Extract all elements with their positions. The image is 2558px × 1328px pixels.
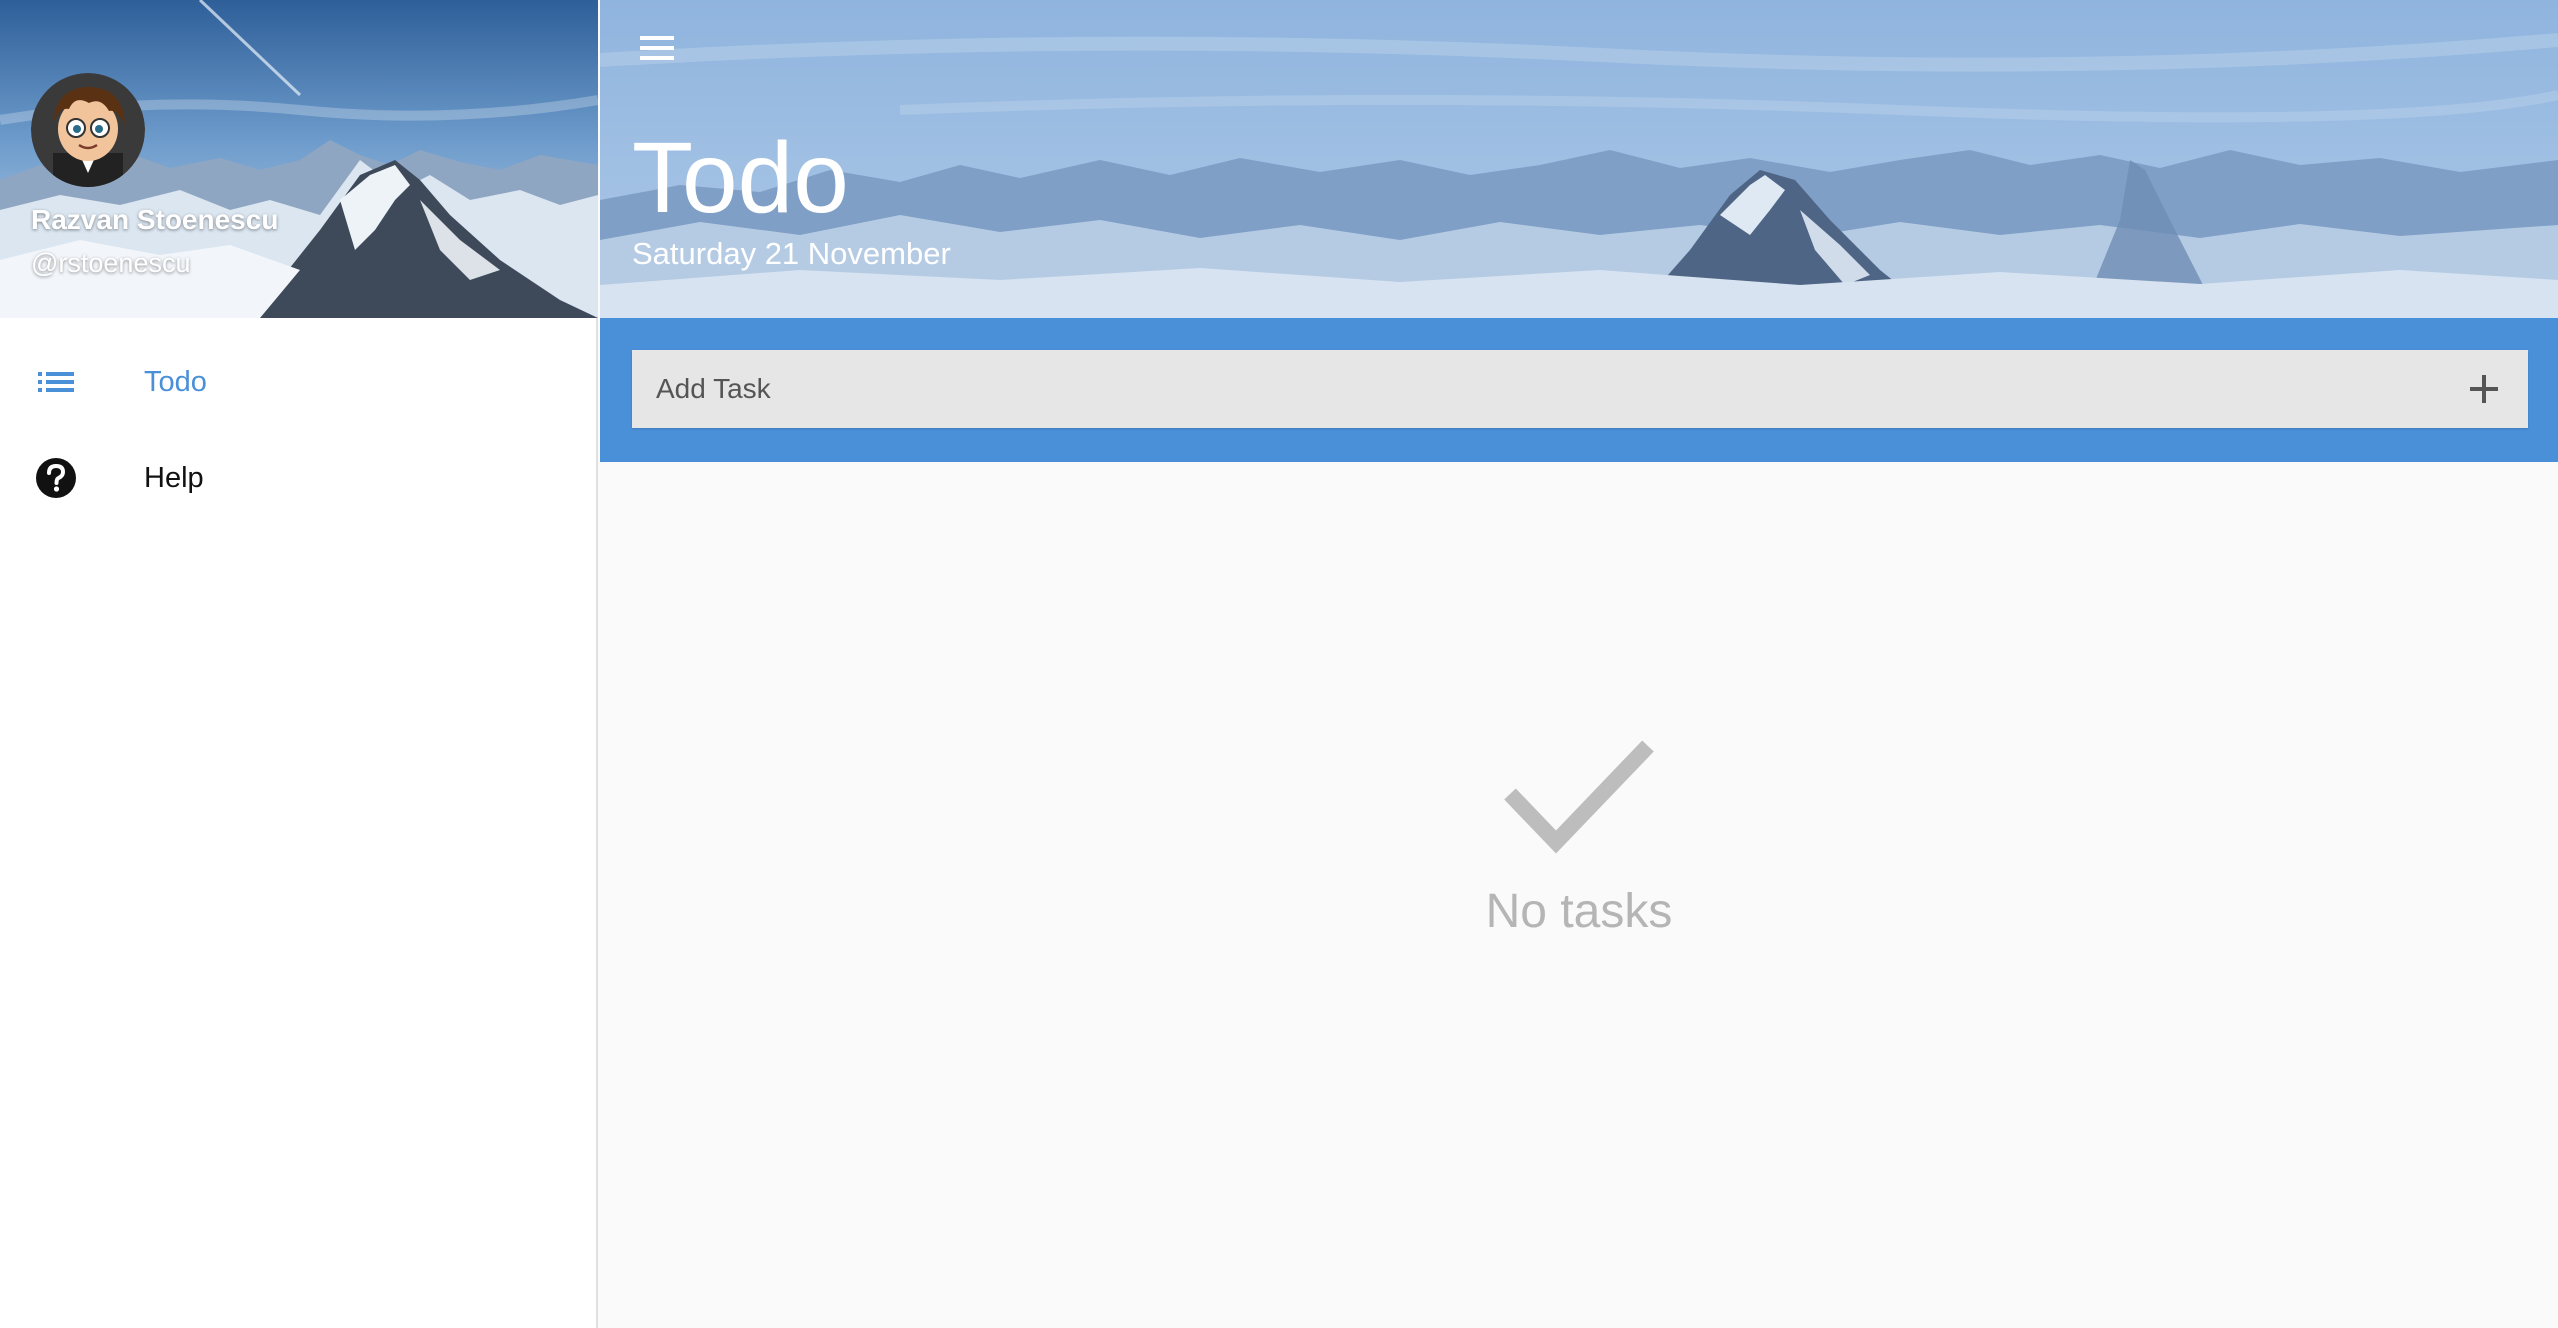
add-task-field-container: [632, 350, 2528, 428]
main-content: Todo Saturday 21 November No tasks: [600, 0, 2558, 1328]
sidebar-item-help[interactable]: Help: [0, 430, 596, 526]
sidebar: Razvan Stoenescu @rstoenescu Todo Help: [0, 0, 598, 1328]
avatar[interactable]: [31, 73, 145, 187]
page-date: Saturday 21 November: [632, 236, 951, 271]
sidebar-item-todo[interactable]: Todo: [0, 334, 596, 430]
app: Razvan Stoenescu @rstoenescu Todo Help T…: [0, 0, 2558, 1328]
page-header: Todo Saturday 21 November: [600, 0, 2558, 318]
check-icon: [1504, 740, 1654, 854]
add-task-bar: [600, 318, 2558, 462]
sidebar-header: Razvan Stoenescu @rstoenescu: [0, 0, 598, 318]
empty-state: No tasks: [600, 462, 2558, 1328]
plus-icon: [2470, 375, 2498, 403]
menu-button[interactable]: [632, 28, 682, 68]
empty-state-label: No tasks: [1485, 885, 1673, 938]
add-task-button[interactable]: [2464, 369, 2504, 409]
sidebar-item-label: Help: [144, 462, 204, 494]
help-icon: [36, 458, 76, 498]
sidebar-item-label: Todo: [144, 366, 207, 398]
menu-icon: [640, 36, 674, 60]
add-task-input[interactable]: [632, 350, 2412, 428]
user-handle: @rstoenescu: [31, 248, 191, 278]
list-icon: [38, 372, 74, 392]
user-name: Razvan Stoenescu: [31, 204, 279, 235]
avatar-image: [31, 73, 145, 187]
page-title: Todo: [632, 122, 849, 234]
